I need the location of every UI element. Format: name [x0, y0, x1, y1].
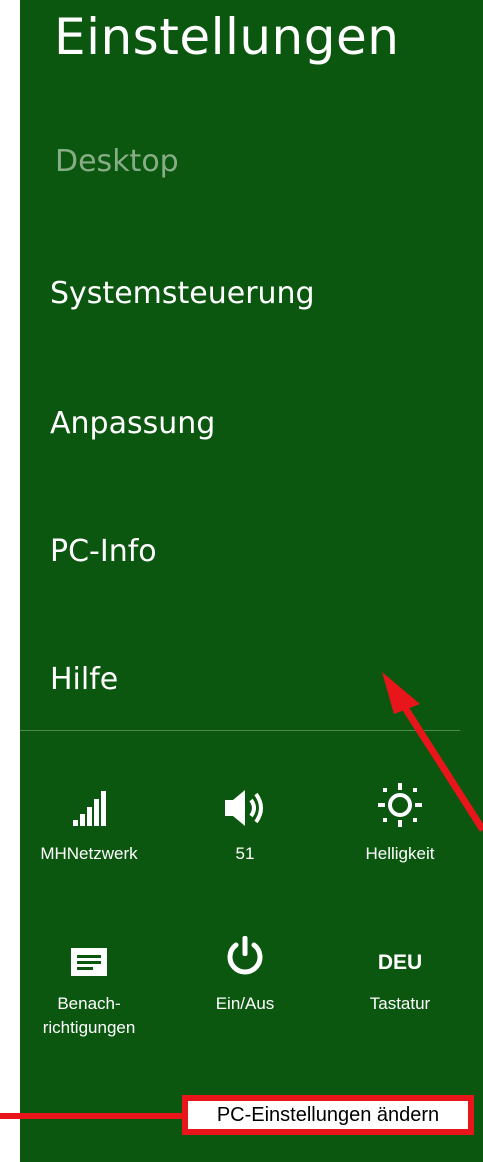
change-pc-settings-link[interactable]: PC-Einstellungen ändern: [182, 1095, 474, 1135]
annotation-arrow: [382, 672, 483, 832]
annotation-line: [0, 1113, 186, 1119]
